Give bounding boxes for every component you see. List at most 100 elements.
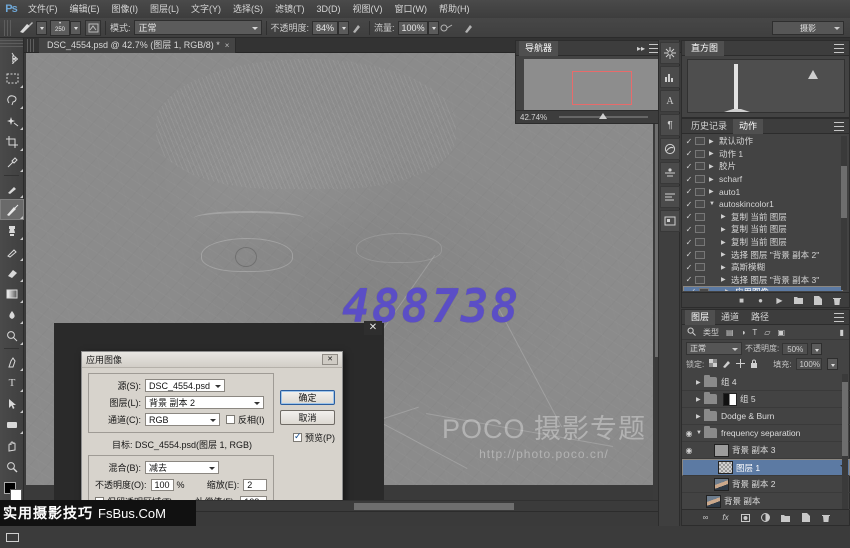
layer-filter-type[interactable]: 类型 — [703, 327, 719, 338]
action-row[interactable]: ✓▶复制 当前 图层 — [683, 236, 843, 249]
flow-dropdown[interactable] — [428, 21, 439, 35]
layer-opacity-input[interactable]: 50% — [782, 343, 808, 355]
action-dialog-toggle[interactable] — [695, 137, 705, 145]
panel-menu-icon[interactable] — [834, 44, 844, 53]
search-icon[interactable] — [687, 327, 696, 338]
action-enabled-checkmark[interactable]: ✓ — [683, 275, 695, 284]
invert-checkbox[interactable] — [226, 415, 235, 424]
tool-dodge[interactable] — [0, 325, 24, 346]
navigator-zoom-value[interactable]: 42.74% — [520, 113, 547, 122]
lock-all-icon[interactable] — [750, 359, 758, 370]
screen-mode-icon[interactable] — [0, 527, 24, 548]
action-row[interactable]: ✓▶选择 图层 "背景 副本 2" — [683, 248, 843, 261]
action-enabled-checkmark[interactable]: ✓ — [683, 187, 695, 196]
action-dialog-toggle[interactable] — [695, 188, 705, 196]
action-dialog-toggle[interactable] — [695, 150, 705, 158]
action-enabled-checkmark[interactable]: ✓ — [683, 263, 695, 272]
lock-transparent-icon[interactable] — [709, 359, 717, 369]
tool-blur[interactable] — [0, 304, 24, 325]
tool-crop[interactable] — [0, 131, 24, 152]
action-enabled-checkmark[interactable]: ✓ — [683, 238, 695, 247]
layer-fill-dropdown[interactable] — [827, 358, 838, 370]
tool-lasso[interactable] — [0, 89, 24, 110]
layer-visibility-icon[interactable]: ◉ — [682, 429, 696, 438]
tool-path-selection[interactable] — [0, 393, 24, 414]
action-row[interactable]: ✓▶默认动作 — [683, 135, 843, 148]
tool-eraser[interactable] — [0, 262, 24, 283]
action-row[interactable]: ✓▶动作 1 — [683, 148, 843, 161]
tool-zoom[interactable] — [0, 456, 24, 477]
layer-visibility-icon[interactable]: ◉ — [682, 446, 696, 455]
tab-history[interactable]: 历史记录 — [685, 119, 733, 134]
filter-smart-icon[interactable]: ▣ — [777, 328, 785, 337]
layer-row[interactable]: ▶组 4 — [682, 374, 850, 391]
histogram-dock-icon[interactable] — [660, 66, 680, 88]
menu-select[interactable]: 选择(S) — [227, 0, 269, 18]
action-row[interactable]: ✓▶选择 图层 "背景 副本 3" — [683, 274, 843, 287]
preview-checkbox-wrap[interactable]: 预览(P) — [293, 431, 335, 444]
action-disclosure-arrow[interactable]: ▶ — [709, 163, 716, 170]
action-disclosure-arrow[interactable]: ▶ — [721, 213, 728, 220]
navigator-view-box[interactable] — [572, 71, 632, 105]
action-dialog-toggle[interactable] — [695, 162, 705, 170]
layer-style-icon[interactable]: fx — [721, 513, 730, 522]
options-bar-grip[interactable] — [4, 20, 13, 36]
action-disclosure-arrow[interactable]: ▶ — [721, 226, 728, 233]
filter-pixel-icon[interactable]: ▤ — [726, 328, 734, 337]
stop-button[interactable]: ■ — [737, 296, 746, 305]
add-mask-icon[interactable] — [741, 513, 750, 522]
panel-menu-icon[interactable] — [834, 122, 844, 131]
color-icon[interactable] — [660, 138, 680, 160]
collapse-icon[interactable]: ▸▸ — [637, 44, 645, 53]
action-disclosure-arrow[interactable]: ▶ — [721, 251, 728, 258]
filter-toggle-icon[interactable]: ▮ — [840, 328, 844, 337]
lock-image-icon[interactable] — [722, 359, 731, 370]
action-enabled-checkmark[interactable]: ✓ — [683, 162, 695, 171]
navigator-thumbnail[interactable] — [524, 59, 658, 111]
new-group-icon[interactable] — [781, 513, 790, 522]
filter-type-icon[interactable]: T — [752, 328, 757, 337]
action-enabled-checkmark[interactable]: ✓ — [683, 200, 695, 209]
brush-preset-dropdown[interactable] — [36, 21, 47, 35]
action-disclosure-arrow[interactable]: ▶ — [709, 188, 716, 195]
ok-button[interactable]: 确定 — [280, 390, 335, 405]
dialog-opacity-input[interactable]: 100 — [151, 479, 174, 491]
menu-window[interactable]: 窗口(W) — [389, 0, 434, 18]
action-dialog-toggle[interactable] — [695, 213, 705, 221]
channel-select[interactable]: RGB — [145, 413, 220, 426]
actions-list[interactable]: ✓▶默认动作✓▶动作 1✓▶胶片✓▶scharf✓▶auto1✓▼autoski… — [683, 135, 843, 291]
navigator-zoom-slider[interactable] — [559, 116, 648, 118]
scale-input[interactable]: 2 — [243, 479, 267, 491]
action-row[interactable]: ✓▶复制 当前 图层 — [683, 211, 843, 224]
dialog-close-icon[interactable]: ✕ — [322, 354, 338, 365]
new-layer-icon[interactable] — [801, 513, 810, 522]
document-tab-grip[interactable] — [27, 39, 36, 52]
tool-pen[interactable] — [0, 351, 24, 372]
close-icon[interactable]: × — [225, 38, 230, 53]
action-row[interactable]: ✓▶胶片 — [683, 160, 843, 173]
blend-mode-select[interactable]: 正常 — [134, 20, 262, 35]
tool-shape[interactable] — [0, 414, 24, 435]
action-enabled-checkmark[interactable]: ✓ — [683, 212, 695, 221]
layer-row[interactable]: 背景 副本 2 — [682, 476, 850, 493]
action-disclosure-arrow[interactable]: ▼ — [709, 201, 716, 207]
opacity-dropdown[interactable] — [338, 21, 349, 35]
action-dialog-toggle[interactable] — [699, 288, 709, 291]
layer-opacity-dropdown[interactable] — [811, 343, 822, 355]
action-row[interactable]: ✓▶auto1 — [683, 185, 843, 198]
layer-row[interactable]: ◉▼frequency separation — [682, 425, 850, 442]
tool-history-brush[interactable] — [0, 241, 24, 262]
tab-paths[interactable]: 路径 — [745, 310, 775, 325]
action-enabled-checkmark[interactable]: ✓ — [683, 175, 695, 184]
source-select[interactable]: DSC_4554.psd — [145, 379, 225, 392]
delete-layer-icon[interactable] — [821, 513, 830, 522]
dialog-layer-select[interactable]: 背景 副本 2 — [145, 396, 264, 409]
layer-thumbnail[interactable] — [714, 478, 729, 491]
brush-size-dropdown[interactable] — [70, 21, 81, 35]
tool-brush[interactable] — [0, 199, 24, 220]
histogram-tab[interactable]: 直方图 — [685, 41, 724, 56]
layer-disclosure-arrow[interactable]: ▼ — [696, 430, 704, 436]
delete-button[interactable] — [832, 296, 841, 305]
paragraph-icon[interactable]: ¶ — [660, 114, 680, 136]
document-tab[interactable]: DSC_4554.psd @ 42.7% (图层 1, RGB/8) * × — [39, 38, 236, 53]
